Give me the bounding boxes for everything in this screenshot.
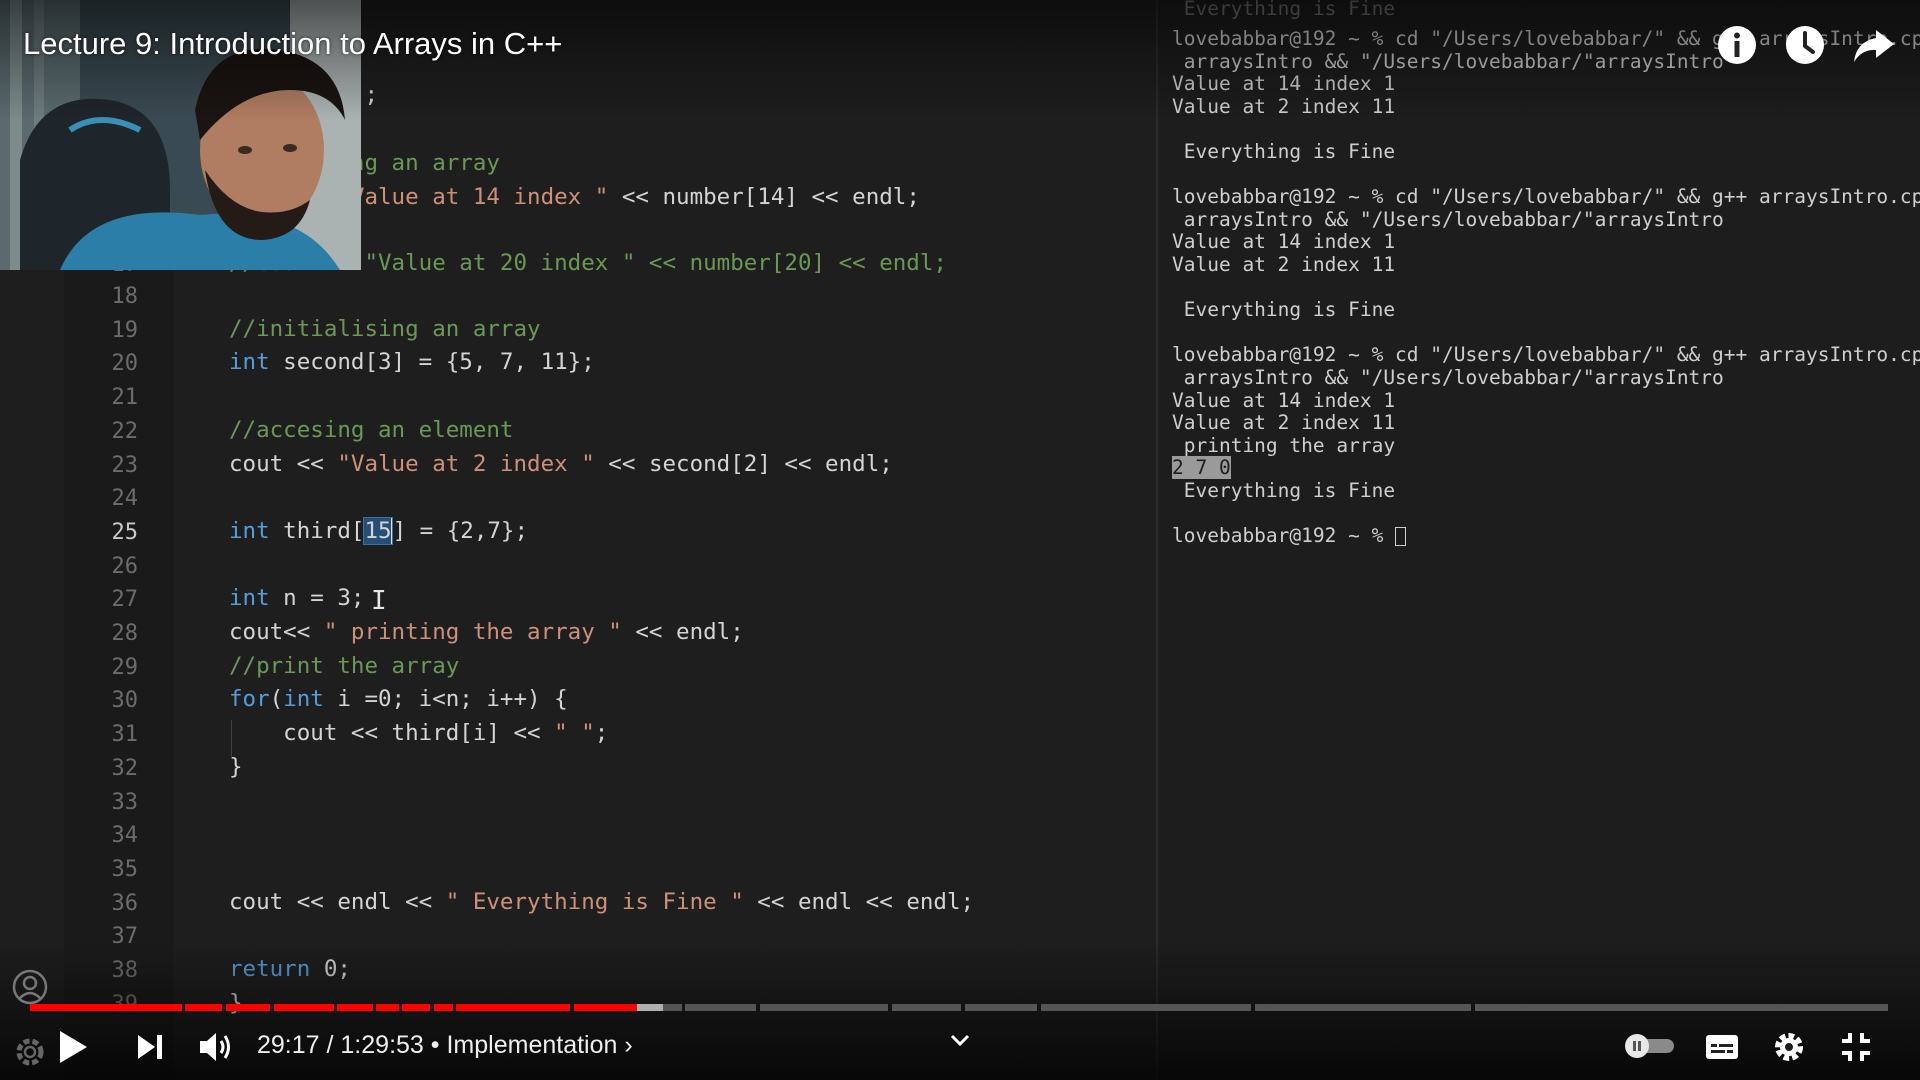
terminal-line: lovebabbar@192 ~ % (1172, 524, 1920, 548)
duration: 1:29:53 (340, 1031, 424, 1059)
play-icon[interactable] (58, 1030, 88, 1069)
subtitles-icon[interactable] (1704, 1032, 1740, 1067)
line-number: 30 (111, 688, 139, 714)
code-line[interactable]: for(int i =0; i<n; i++) { (229, 686, 568, 712)
terminal-line: Value at 14 index 1 (1172, 388, 1396, 412)
progress-played[interactable] (30, 1004, 182, 1011)
video-title[interactable]: Lecture 9: Introduction to Arrays in C++ (23, 26, 562, 62)
progress-played[interactable] (402, 1004, 431, 1011)
time-separator: / (319, 1031, 341, 1059)
info-icon[interactable] (1714, 22, 1760, 68)
progress-track[interactable] (759, 1004, 889, 1011)
terminal-line: Everything is Fine (1172, 139, 1396, 163)
clock-icon[interactable] (1782, 22, 1828, 68)
terminal-line: arraysIntro && "/Users/lovebabbar/"array… (1172, 365, 1724, 389)
line-number: 25 (111, 519, 139, 545)
code-line[interactable]: //print the array (229, 653, 459, 679)
progress-track[interactable] (964, 1004, 1038, 1011)
terminal-line: Everything is Fine (1172, 478, 1396, 502)
current-time: 29:17 (257, 1031, 320, 1059)
code-line[interactable]: cout << third[i] << " "; (229, 720, 608, 746)
line-number: 36 (111, 890, 139, 916)
progress-played[interactable] (273, 1004, 334, 1011)
progress-played[interactable] (376, 1004, 399, 1011)
progress-track[interactable] (685, 1004, 757, 1011)
terminal-line: Value at 2 index 11 (1172, 411, 1396, 435)
progress-played[interactable] (185, 1004, 222, 1011)
autoplay-toggle[interactable] (1622, 1032, 1678, 1065)
line-number: 28 (111, 621, 139, 646)
text-cursor-icon: I (371, 586, 387, 616)
exit-fullscreen-icon[interactable] (1840, 1031, 1872, 1068)
progress-buffered[interactable] (637, 1004, 664, 1011)
progress-track[interactable] (1041, 1004, 1252, 1011)
line-number: 27 (111, 587, 139, 613)
chapter-separator: • (423, 1031, 447, 1059)
terminal-line: Value at 14 index 1 (1172, 230, 1396, 254)
line-number: 34 (111, 823, 139, 849)
progress-track[interactable] (892, 1004, 961, 1011)
terminal-line: Everything is Fine (1172, 0, 1396, 20)
terminal-line: arraysIntro && "/Users/lovebabbar/"array… (1172, 207, 1724, 231)
terminal-output: Everything is Fine lovebabbar@192 ~ % cd … (1172, 0, 1920, 548)
chevron-right-icon[interactable]: › (617, 1031, 632, 1059)
progress-played[interactable] (225, 1004, 271, 1011)
share-icon[interactable] (1850, 22, 1896, 68)
progress-played[interactable] (456, 1004, 570, 1011)
terminal-line: lovebabbar@192 ~ % cd "/Users/lovebabbar… (1172, 343, 1920, 367)
line-number: 18 (111, 284, 139, 309)
progress-track[interactable] (1255, 1004, 1472, 1011)
progress-played[interactable] (573, 1004, 637, 1011)
progress-played[interactable] (434, 1004, 453, 1011)
terminal-cursor (1395, 527, 1407, 547)
code-line[interactable]: cout<< " printing the array " << endl; (229, 619, 744, 645)
line-number: 24 (111, 486, 139, 512)
indent-guide (231, 720, 232, 758)
next-icon[interactable] (136, 1033, 164, 1066)
terminal-line: Value at 2 index 11 (1172, 252, 1396, 276)
line-number: 19 (111, 317, 139, 343)
line-number: 35 (111, 856, 139, 882)
code-line[interactable]: cout << endl << " Everything is Fine " <… (229, 889, 974, 915)
progress-track[interactable] (1474, 1004, 1889, 1011)
line-number: 21 (111, 385, 139, 411)
terminal-line: 2 7 0 (1172, 456, 1231, 480)
volume-icon[interactable] (198, 1030, 234, 1069)
chapter-title[interactable]: Implementation (446, 1031, 617, 1059)
progress-bar[interactable] (30, 1004, 1892, 1011)
line-number: 32 (111, 755, 139, 781)
chevron-down-icon[interactable] (948, 1030, 972, 1055)
progress-track[interactable] (663, 1004, 682, 1011)
code-line[interactable]: //accesing an element (229, 417, 513, 443)
code-line[interactable]: int second[3] = {5, 7, 11}; (229, 349, 595, 375)
terminal-panel: Everything is Fine lovebabbar@192 ~ % cd … (1158, 0, 1920, 1080)
line-number: 22 (111, 418, 139, 444)
line-number: 29 (111, 654, 139, 680)
video-frame[interactable]: number[15];//accessing an arraycout << "… (0, 0, 1920, 1080)
time-display: 29:17 / 1:29:53 • Implementation › (257, 1031, 633, 1060)
settings-icon[interactable] (1772, 1030, 1806, 1069)
code-line[interactable]: //initialising an array (229, 316, 541, 342)
line-number: 26 (111, 553, 139, 579)
line-number: 33 (111, 789, 139, 815)
gear-icon[interactable] (12, 1034, 48, 1075)
code-line[interactable]: int third[15] = {2,7}; (229, 516, 528, 545)
terminal-line: Value at 2 index 11 (1172, 94, 1396, 118)
code-line[interactable]: cout << "Value at 2 index " << second[2]… (229, 451, 893, 477)
line-number: 23 (111, 452, 139, 478)
terminal-line: Everything is Fine (1172, 298, 1396, 322)
terminal-line: lovebabbar@192 ~ % cd "/Users/lovebabbar… (1172, 185, 1920, 209)
progress-played[interactable] (337, 1004, 373, 1011)
line-number: 31 (111, 722, 139, 748)
terminal-line: printing the array (1172, 433, 1396, 457)
line-number: 20 (111, 351, 139, 377)
terminal-line: Value at 14 index 1 (1172, 72, 1396, 96)
code-line[interactable]: int n = 3; (229, 585, 364, 611)
